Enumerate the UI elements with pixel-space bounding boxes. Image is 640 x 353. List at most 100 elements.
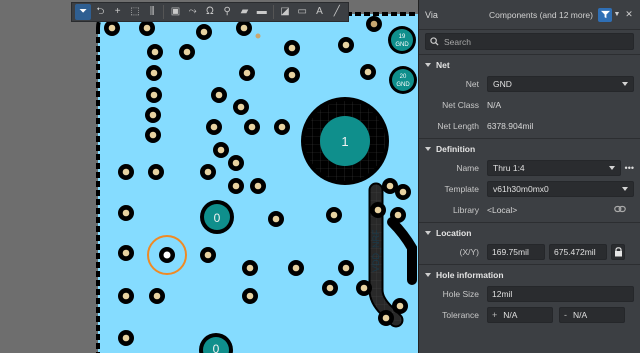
- pad-0-b-label: 0: [213, 342, 220, 353]
- collapse-caret-icon[interactable]: [425, 273, 431, 277]
- via[interactable]: [118, 205, 134, 221]
- library-label: Library: [453, 205, 479, 215]
- fill-tool-icon[interactable]: ▬: [254, 4, 270, 20]
- location-section-header[interactable]: Location: [419, 223, 640, 243]
- name-dropdown[interactable]: Thru 1:4: [487, 160, 621, 176]
- via[interactable]: [242, 288, 258, 304]
- via[interactable]: [338, 37, 354, 53]
- pad-1[interactable]: 1: [301, 97, 389, 185]
- via[interactable]: [145, 107, 161, 123]
- via[interactable]: [200, 164, 216, 180]
- via[interactable]: [213, 142, 229, 158]
- net-dropdown[interactable]: GND: [487, 76, 634, 92]
- via[interactable]: [395, 184, 411, 200]
- collapse-caret-icon[interactable]: [425, 231, 431, 235]
- component-tool-icon[interactable]: ▣: [167, 4, 183, 20]
- via[interactable]: [206, 119, 222, 135]
- via[interactable]: [239, 65, 255, 81]
- x-field[interactable]: 169.75mil: [487, 244, 545, 260]
- rect-tool-icon[interactable]: ▭: [294, 4, 310, 20]
- selection-filter-text[interactable]: Components (and 12 more): [489, 10, 593, 20]
- filter-dropdown-icon[interactable]: ▼: [612, 8, 622, 22]
- holesize-row: Hole Size 12mil: [419, 285, 640, 303]
- via[interactable]: [149, 288, 165, 304]
- keepout-tool-icon[interactable]: ◪: [277, 4, 293, 20]
- via[interactable]: [118, 164, 134, 180]
- via[interactable]: [378, 310, 394, 326]
- diff-pair-tool-icon[interactable]: ᘯ: [202, 4, 218, 20]
- holesize-field[interactable]: 12mil: [487, 286, 634, 302]
- via[interactable]: [284, 67, 300, 83]
- template-dropdown[interactable]: v61h30m0mx0: [487, 181, 634, 197]
- more-options-icon[interactable]: •••: [625, 163, 634, 173]
- via[interactable]: [233, 99, 249, 115]
- hole-section-header[interactable]: Hole information: [419, 265, 640, 285]
- via[interactable]: [356, 280, 372, 296]
- via[interactable]: [211, 87, 227, 103]
- via[interactable]: [360, 64, 376, 80]
- text-tool-icon[interactable]: A: [311, 4, 327, 20]
- via[interactable]: [148, 164, 164, 180]
- via[interactable]: [236, 20, 252, 36]
- via[interactable]: [284, 40, 300, 56]
- move-tool-icon[interactable]: +: [110, 4, 126, 20]
- search-box[interactable]: [425, 33, 634, 50]
- lock-button[interactable]: [611, 244, 625, 260]
- pcb-canvas[interactable]: 1 0 0 19 GND 20 GND VDD_NRF: [0, 0, 418, 353]
- tolerance-plus-field[interactable]: + N/A: [487, 307, 553, 323]
- filter-tool-icon[interactable]: ⏷: [75, 4, 92, 20]
- via[interactable]: [250, 178, 266, 194]
- via[interactable]: [118, 288, 134, 304]
- via[interactable]: [200, 247, 216, 263]
- close-icon[interactable]: ✕: [624, 8, 634, 22]
- pad-20-gnd[interactable]: 20 GND: [389, 66, 417, 94]
- pcb-view[interactable]: 1 0 0 19 GND 20 GND VDD_NRF: [0, 0, 418, 353]
- tolerance-minus-field[interactable]: - N/A: [559, 307, 625, 323]
- selected-via[interactable]: [159, 247, 175, 263]
- via[interactable]: [268, 211, 284, 227]
- via[interactable]: [390, 207, 406, 223]
- pad-0-a[interactable]: 0: [200, 200, 234, 234]
- via[interactable]: [147, 44, 163, 60]
- polygon-tool-icon[interactable]: ▰: [236, 4, 252, 20]
- collapse-caret-icon[interactable]: [425, 63, 431, 67]
- y-field[interactable]: 675.472mil: [549, 244, 607, 260]
- select-rect-tool-icon[interactable]: ⬚: [127, 4, 143, 20]
- search-input[interactable]: [444, 36, 614, 47]
- via[interactable]: [242, 260, 258, 276]
- via[interactable]: [104, 20, 120, 36]
- interactive-route-tool-icon[interactable]: ⤳: [185, 4, 201, 20]
- pad-19-gnd[interactable]: 19 GND: [388, 26, 416, 54]
- definition-section-header[interactable]: Definition: [419, 139, 640, 159]
- via[interactable]: [274, 119, 290, 135]
- net-section-header[interactable]: Net: [419, 55, 640, 75]
- via[interactable]: [228, 178, 244, 194]
- location-section: Location (X/Y) 169.75mil 675.472mil: [419, 222, 640, 261]
- via[interactable]: [145, 127, 161, 143]
- via[interactable]: [146, 87, 162, 103]
- via[interactable]: [288, 260, 304, 276]
- via[interactable]: [244, 119, 260, 135]
- via[interactable]: [139, 20, 155, 36]
- via-dot[interactable]: [255, 33, 261, 39]
- plus-sign: +: [492, 310, 498, 320]
- link-icon[interactable]: [614, 205, 626, 215]
- filter-button[interactable]: [598, 7, 612, 22]
- via[interactable]: [370, 202, 386, 218]
- via[interactable]: [146, 65, 162, 81]
- via[interactable]: [366, 16, 382, 32]
- route-tool-icon[interactable]: ⮌: [92, 4, 108, 20]
- via-tool-icon[interactable]: ⚲: [219, 4, 235, 20]
- collapse-caret-icon[interactable]: [425, 147, 431, 151]
- via[interactable]: [118, 330, 134, 346]
- via[interactable]: [179, 44, 195, 60]
- via[interactable]: [228, 155, 244, 171]
- align-tool-icon[interactable]: ⫼: [144, 4, 160, 20]
- via[interactable]: [118, 245, 134, 261]
- line-tool-icon[interactable]: ╱: [329, 4, 345, 20]
- via[interactable]: [338, 260, 354, 276]
- via[interactable]: [392, 298, 408, 314]
- via[interactable]: [322, 280, 338, 296]
- via[interactable]: [326, 207, 342, 223]
- via[interactable]: [196, 24, 212, 40]
